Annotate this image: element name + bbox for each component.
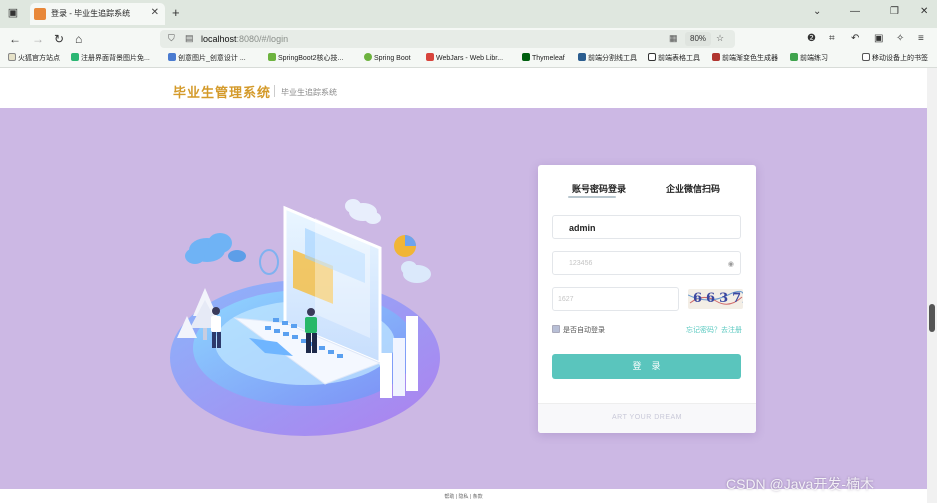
url-bar[interactable]: ⛉ ▤ localhost:8080/#/login ▦ 80% ☆ (160, 30, 735, 48)
bookmark-label: 前端渐变色生成器 (722, 55, 778, 62)
bookmark-label: 前端分割线工具 (588, 55, 637, 62)
site-favicon-icon (168, 53, 176, 61)
bookmarks-bar: 火狐官方站点 注册界面背景图片免... 创意图片_创意设计 ... Spring… (0, 50, 937, 68)
browser-tab-login[interactable]: 登录 - 毕业生追踪系统 ✕ (30, 3, 165, 25)
password-field[interactable]: 123456 ◉ (552, 251, 741, 275)
reload-icon[interactable]: ↻ (54, 32, 64, 46)
remember-me-label: 是否自动登录 (563, 327, 605, 334)
captcha-image[interactable]: 6637 (688, 289, 743, 309)
login-card-footer: ART YOUR DREAM (538, 403, 756, 433)
tab-favicon-icon (34, 8, 46, 20)
zoom-level-badge[interactable]: 80% (685, 32, 712, 46)
username-field[interactable]: admin (552, 215, 741, 239)
minimize-icon[interactable]: — (850, 6, 860, 17)
bookmark-item[interactable]: Thymeleaf (522, 53, 565, 65)
browser-navbar: ← → ↻ ⌂ ⛉ ▤ localhost:8080/#/login ▦ 80%… (0, 28, 937, 50)
bookmark-label: 前端练习 (800, 55, 828, 62)
bookmark-item[interactable]: 移动设备上的书签 (862, 53, 928, 65)
spring-icon (364, 53, 372, 61)
bookmark-label: Spring Boot (374, 55, 411, 62)
bookmark-item[interactable]: 前端分割线工具 (578, 53, 637, 65)
site-title: 毕业生管理系统 (173, 85, 272, 100)
show-password-eye-icon[interactable]: ◉ (728, 260, 734, 268)
extension-icon[interactable]: ▣ (874, 33, 883, 44)
username-value: admin (569, 223, 596, 233)
tab-password-login[interactable]: 账号密码登录 (572, 182, 626, 195)
qr-code-icon[interactable]: ▦ (669, 33, 678, 44)
password-placeholder: 123456 (569, 260, 593, 267)
site-favicon-icon (268, 53, 276, 61)
footer-links[interactable]: 帮助 | 隐私 | 条款 (0, 493, 927, 500)
bookmark-label: 火狐官方站点 (18, 55, 60, 62)
bookmark-label: 创意图片_创意设计 ... (178, 55, 246, 62)
csdn-watermark: CSDN @Java开发-楠木 (726, 476, 875, 492)
restore-icon[interactable]: ❐ (890, 6, 899, 17)
forgot-register-link[interactable]: 忘记密码？去注册 (686, 325, 742, 335)
scrollbar-thumb[interactable] (929, 304, 935, 332)
table-icon (648, 53, 656, 61)
url-host: localhost (201, 34, 237, 44)
new-tab-icon[interactable]: + (172, 5, 180, 20)
mobile-bookmarks-icon (862, 53, 870, 61)
site-header: 毕业生管理系统 毕业生追踪系统 (0, 68, 937, 108)
url-text[interactable]: localhost:8080/#/login (201, 34, 288, 44)
bookmark-item[interactable]: Spring Boot (364, 53, 411, 65)
bookmark-star-icon[interactable]: ☆ (716, 33, 724, 44)
bookmark-label: SpringBoot2核心技... (278, 55, 344, 62)
bookmark-item[interactable]: 前端练习 (790, 53, 828, 65)
browser-tab-strip: ▣ 登录 - 毕业生追踪系统 ✕ + ⌄ — ❐ ✕ (0, 0, 937, 28)
tab-overflow-chevron-icon[interactable]: ⌄ (813, 6, 821, 17)
bookmark-label: 注册界面背景图片免... (81, 55, 150, 62)
active-tab-indicator (568, 196, 616, 198)
close-window-icon[interactable]: ✕ (920, 6, 928, 17)
undo-icon[interactable]: ↶ (851, 33, 859, 44)
tab-close-icon[interactable]: ✕ (151, 7, 159, 18)
login-button[interactable]: 登录 (552, 354, 741, 379)
folder-icon (8, 53, 16, 61)
bookmark-label: Thymeleaf (532, 55, 565, 62)
site-favicon-icon (522, 53, 530, 61)
menu-icon[interactable]: ≡ (918, 33, 924, 44)
site-favicon-icon (426, 53, 434, 61)
screenshot-crop-icon[interactable]: ⌗ (829, 33, 835, 44)
slogan-text: ART YOUR DREAM (611, 414, 682, 421)
tab-title: 登录 - 毕业生追踪系统 (51, 9, 131, 18)
bookmark-item[interactable]: 创意图片_创意设计 ... (168, 53, 246, 65)
header-divider (274, 85, 275, 97)
site-favicon-icon (578, 53, 586, 61)
bookmark-item[interactable]: 前端渐变色生成器 (712, 53, 778, 65)
site-favicon-icon (712, 53, 720, 61)
bookmark-label: 前端表格工具 (658, 55, 700, 62)
captcha-field[interactable]: 1627 (552, 287, 679, 311)
bookmark-item[interactable]: SpringBoot2核心技... (268, 53, 343, 65)
laptop-illustration (170, 199, 440, 436)
page-info-icon[interactable]: ▤ (185, 33, 194, 44)
site-subtitle: 毕业生追踪系统 (281, 88, 337, 97)
url-path: :8080/#/login (236, 34, 289, 44)
page-scrollbar[interactable] (927, 68, 937, 503)
remember-me-checkbox[interactable] (552, 325, 560, 333)
back-icon[interactable]: ← (9, 32, 21, 46)
bookmark-label: 移动设备上的书签 (872, 55, 928, 62)
bookmark-item[interactable]: 注册界面背景图片免... (71, 53, 150, 65)
site-favicon-icon (790, 53, 798, 61)
home-icon[interactable]: ⌂ (75, 32, 82, 46)
puzzle-icon[interactable]: ✧ (896, 33, 904, 44)
bookmark-item[interactable]: 前端表格工具 (648, 53, 700, 65)
captcha-text: 6637 (693, 291, 743, 306)
login-card: 账号密码登录 企业微信扫码 admin 123456 ◉ 1627 6637 是… (538, 165, 756, 433)
forward-icon[interactable]: → (32, 32, 44, 46)
site-favicon-icon (71, 53, 79, 61)
bookmark-item[interactable]: 火狐官方站点 (8, 53, 60, 65)
tab-wechat-scan[interactable]: 企业微信扫码 (666, 182, 720, 195)
shield-icon[interactable]: ⛉ (168, 33, 175, 44)
bookmark-item[interactable]: WebJars - Web Libr... (426, 53, 503, 65)
captcha-placeholder: 1627 (558, 296, 574, 303)
login-hero: 账号密码登录 企业微信扫码 admin 123456 ◉ 1627 6637 是… (0, 108, 927, 489)
account-icon[interactable]: ❷ (807, 33, 816, 44)
bookmark-label: WebJars - Web Libr... (436, 55, 504, 62)
tab-list-icon[interactable]: ▣ (6, 6, 20, 20)
